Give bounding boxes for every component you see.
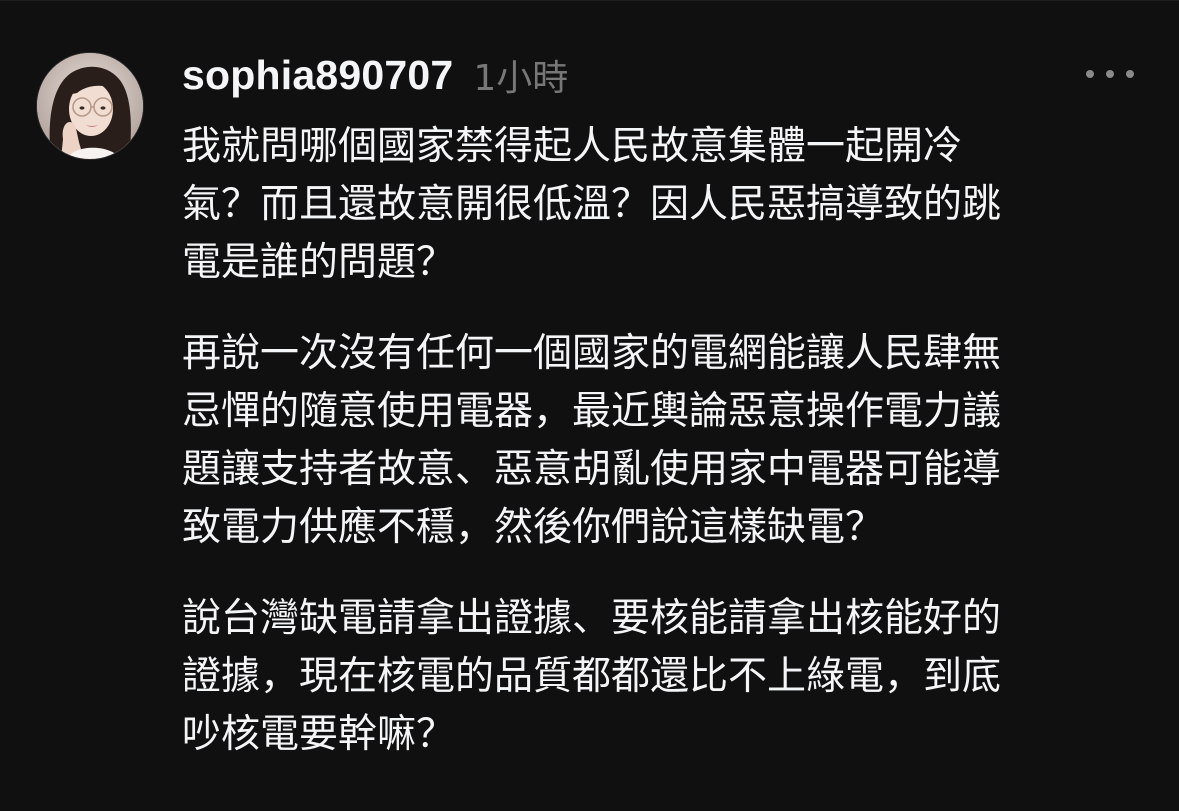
profile-photo <box>37 53 143 159</box>
username[interactable]: sophia890707 <box>182 52 453 99</box>
post-body: 我就問哪個國家禁得起人民故意集體一起開冷 氣？而且還故意開很低溫？因人民惡搞導致… <box>182 118 1127 764</box>
ellipsis-horizontal-icon <box>1106 70 1114 78</box>
text-line: 氣？而且還故意開很低溫？因人民惡搞導致的跳 <box>182 182 1002 227</box>
post-paragraph: 我就問哪個國家禁得起人民故意集體一起開冷 氣？而且還故意開很低溫？因人民惡搞導致… <box>182 118 1127 292</box>
post-paragraph: 再說一次沒有任何一個國家的電網能讓人民肆無 忌憚的隨意使用電器，最近輿論惡意操作… <box>182 325 1127 557</box>
avatar[interactable] <box>36 52 144 160</box>
text-line: 證據，現在核電的品質都都還比不上綠電，到底 <box>182 654 1002 699</box>
text-line: 忌憚的隨意使用電器，最近輿論惡意操作電力議 <box>182 389 1002 434</box>
more-options-button[interactable] <box>1086 62 1134 86</box>
text-line: 再說一次沒有任何一個國家的電網能讓人民肆無 <box>182 331 1002 376</box>
timestamp: 1小時 <box>473 58 569 99</box>
text-line: 題讓支持者故意、惡意胡亂使用家中電器可能導 <box>182 447 1002 492</box>
post-header: sophia890707 1小時 <box>182 50 568 100</box>
ellipsis-horizontal-icon <box>1086 70 1094 78</box>
text-line: 電是誰的問題？ <box>182 240 456 285</box>
text-line: 我就問哪個國家禁得起人民故意集體一起開冷 <box>182 124 963 169</box>
thread-post: sophia890707 1小時 我就問哪個國家禁得起人民故意集體一起開冷 氣？… <box>0 0 1179 811</box>
text-line: 說台灣缺電請拿出證據、要核能請拿出核能好的 <box>182 596 1002 641</box>
text-line: 吵核電要幹嘛？ <box>182 712 456 757</box>
ellipsis-horizontal-icon <box>1126 70 1134 78</box>
text-line: 致電力供應不穩，然後你們說這樣缺電？ <box>182 505 885 550</box>
post-paragraph: 說台灣缺電請拿出證據、要核能請拿出核能好的 證據，現在核電的品質都都還比不上綠電… <box>182 590 1127 764</box>
